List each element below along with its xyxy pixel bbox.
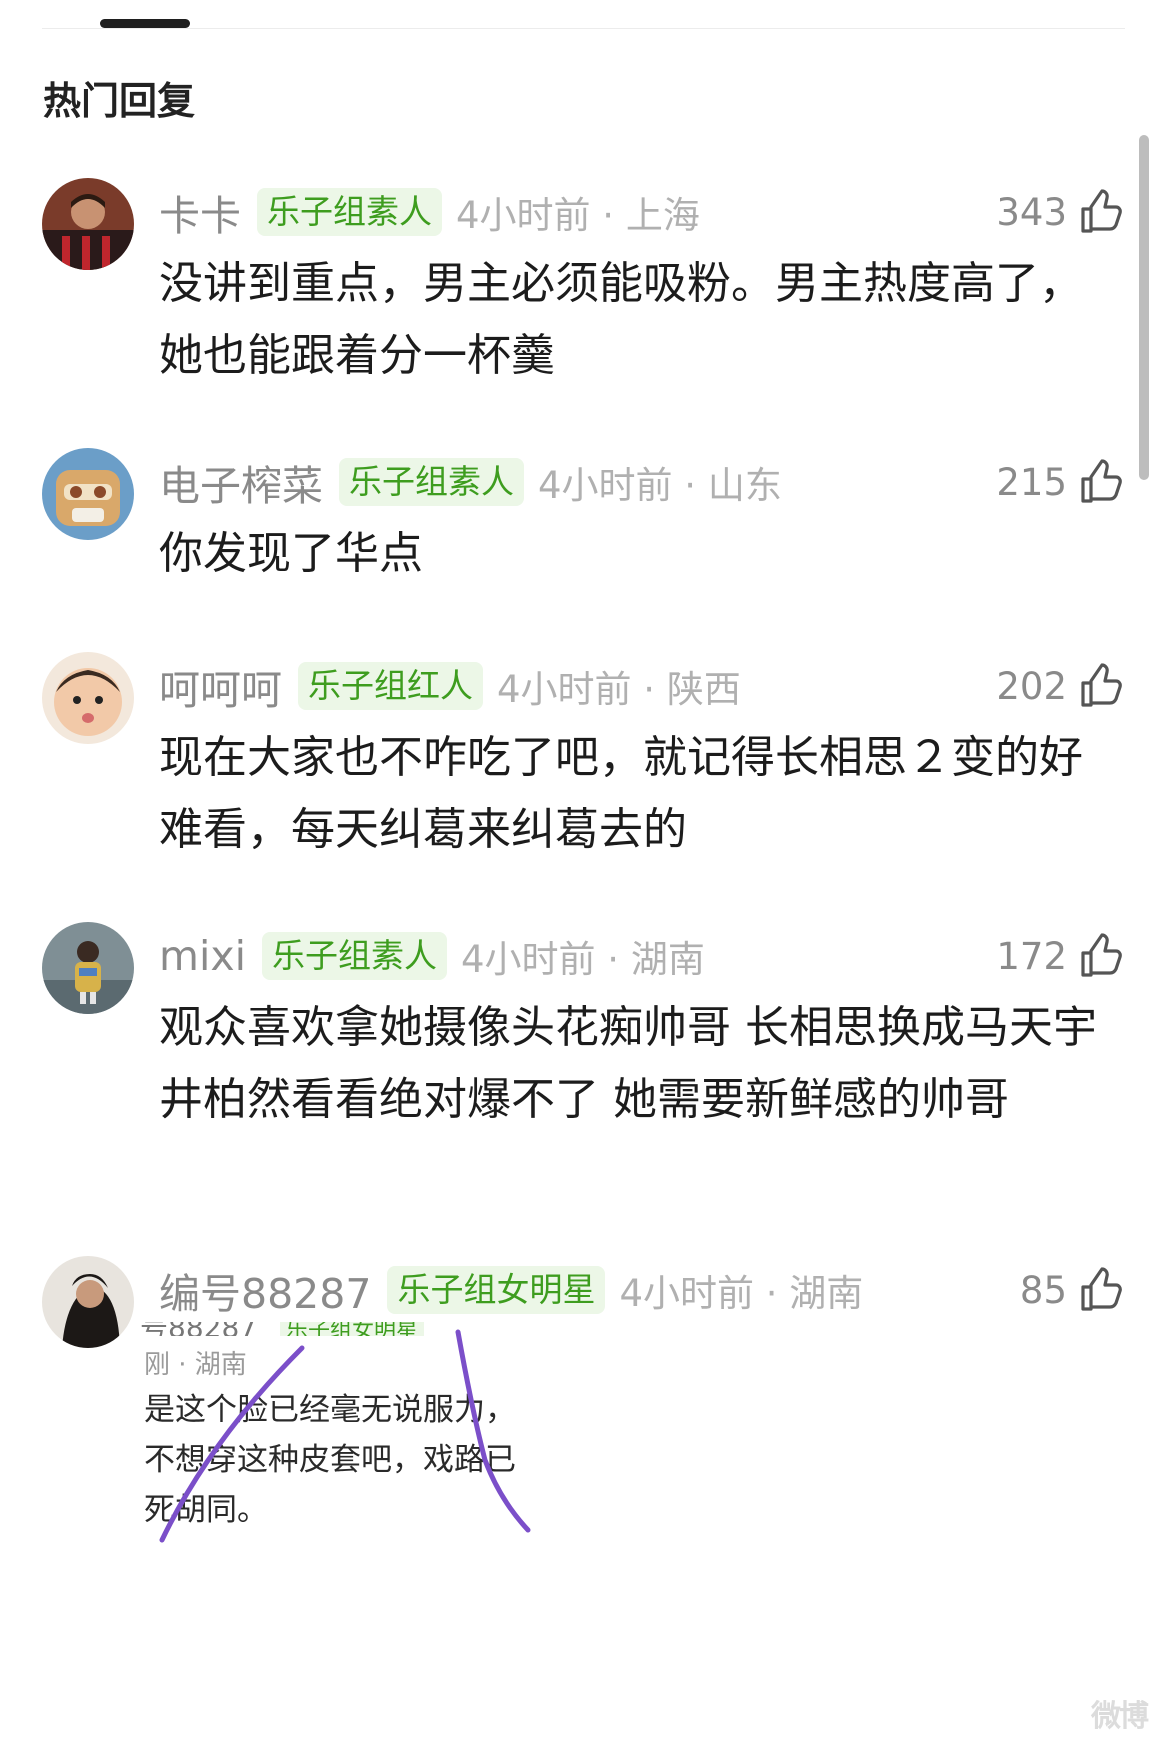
like-count: 202 (996, 664, 1067, 708)
comment-item: 电子榨菜 乐子组素人 4小时前 · 山东 215 你发现了华点 (42, 448, 1125, 579)
user-badge: 乐子组素人 (257, 188, 442, 236)
comment-item: mixi 乐子组素人 4小时前 · 湖南 172 观众喜欢拿她摄像头花痴帅哥 长… (42, 922, 1125, 1182)
user-badge: 乐子组素人 (339, 458, 524, 506)
section-title: 热门回复 (43, 79, 196, 123)
like-count: 172 (996, 934, 1067, 978)
time-location: 4小时前 · 上海 (456, 194, 700, 237)
username[interactable]: 电子榨菜 (159, 452, 323, 512)
username[interactable]: 呵呵呵 (159, 656, 282, 716)
thumbs-up-icon[interactable] (1077, 932, 1125, 980)
thumbs-up-icon[interactable] (1077, 188, 1125, 236)
thumbs-up-icon[interactable] (1077, 662, 1125, 710)
like-count: 85 (1019, 1268, 1067, 1312)
avatar[interactable] (42, 922, 134, 1014)
comment-item: 呵呵呵 乐子组红人 4小时前 · 陕西 202 现在大家也不咋吃了吧，就记得长相… (42, 652, 1125, 855)
user-badge: 乐子组素人 (262, 932, 447, 980)
time-location: 4小时前 · 湖南 (619, 1272, 864, 1315)
time-location: 4小时前 · 湖南 (461, 938, 705, 981)
avatar[interactable] (42, 652, 134, 744)
like-button[interactable]: 85 (1020, 1264, 1125, 1316)
divider (42, 28, 1125, 29)
purple-scribble (159, 1329, 531, 1543)
avatar[interactable] (42, 178, 134, 270)
comment-text: 现在大家也不咋吃了吧，就记得长相思２变的好难看，每天纠葛来纠葛去的 (159, 732, 1083, 855)
thumbs-up-icon[interactable] (1077, 1266, 1125, 1314)
username[interactable]: 卡卡 (159, 182, 241, 242)
thumbs-up-icon[interactable] (1077, 458, 1125, 506)
time-location: 4小时前 · 山东 (538, 464, 782, 507)
tab-indicator (100, 19, 190, 28)
like-button[interactable]: 343 (996, 186, 1125, 238)
like-button[interactable]: 215 (996, 456, 1125, 508)
username[interactable]: mixi (159, 932, 246, 980)
time-location: 4小时前 · 陕西 (497, 668, 741, 711)
comment-text: 你发现了华点 (159, 528, 423, 579)
like-count: 215 (996, 460, 1067, 504)
comment-text: 没讲到重点，男主必须能吸粉。男主热度高了，她也能跟着分一杯羹 (159, 258, 1083, 381)
like-button[interactable]: 202 (996, 660, 1125, 712)
user-badge: 乐子组女明星 (387, 1266, 606, 1314)
avatar[interactable] (42, 1256, 134, 1348)
username[interactable]: 编号88287 (159, 1260, 371, 1320)
avatar[interactable] (42, 448, 134, 540)
like-button[interactable]: 172 (996, 930, 1125, 982)
user-badge: 乐子组红人 (298, 662, 483, 710)
watermark: 微博 (1091, 1699, 1149, 1734)
comment-text: 观众喜欢拿她摄像头花痴帅哥 长相思换成马天宇井柏然看看绝对爆不了 她需要新鲜感的… (159, 1002, 1097, 1125)
scrollbar[interactable] (1139, 135, 1149, 480)
comment-item: 卡卡 乐子组素人 4小时前 · 上海 343 没讲到重点，男主必须能吸粉。男主热… (42, 178, 1125, 381)
like-count: 343 (996, 190, 1067, 234)
